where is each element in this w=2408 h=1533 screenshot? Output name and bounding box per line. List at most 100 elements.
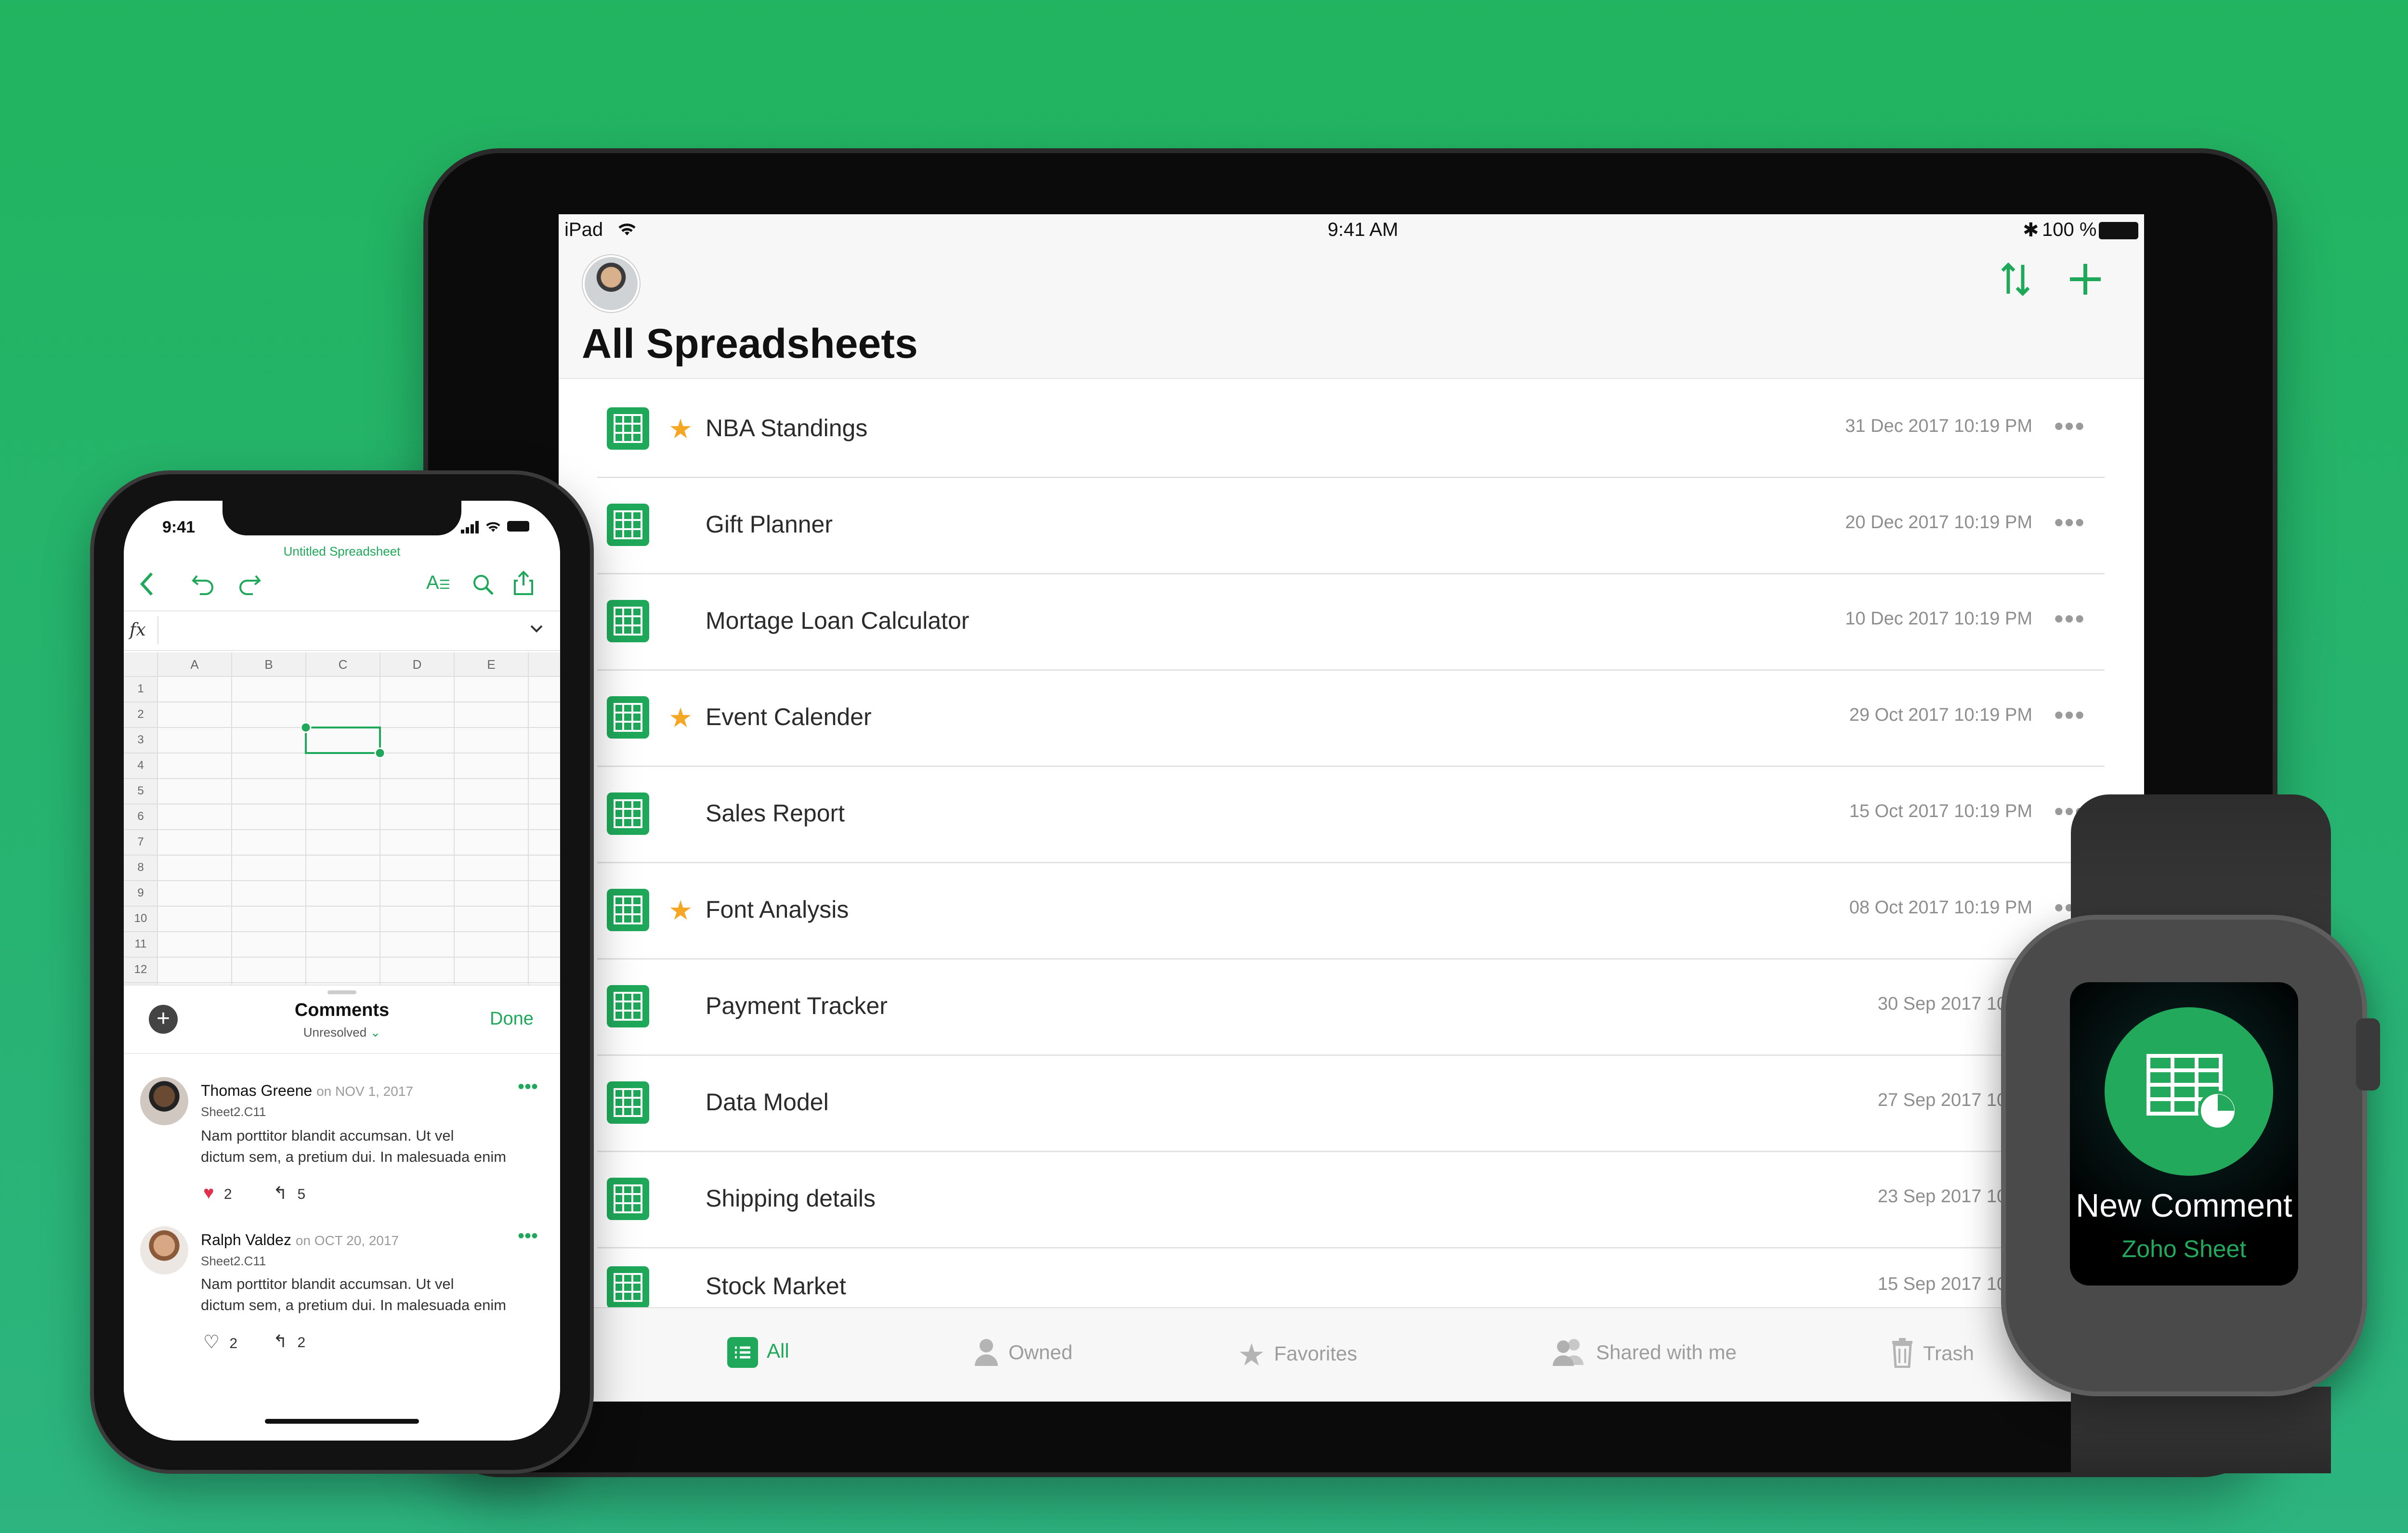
tab-trash[interactable]: Trash xyxy=(1890,1337,1974,1373)
more-icon[interactable]: ••• xyxy=(2054,699,2085,730)
tab-shared[interactable]: Shared with me xyxy=(1551,1337,1737,1371)
star-icon[interactable]: ★ xyxy=(668,413,693,445)
add-button[interactable] xyxy=(2066,260,2105,308)
column-header[interactable]: A xyxy=(157,652,232,676)
row-header[interactable]: 10 xyxy=(124,912,157,925)
heart-outline-icon: ♡ xyxy=(203,1332,220,1352)
spreadsheet-icon xyxy=(607,889,649,931)
spreadsheet-grid[interactable]: A B C D E 1 2 3 4 5 6 7 8 9 10 11 12 xyxy=(124,652,560,985)
format-button[interactable]: A☰ xyxy=(426,572,450,594)
column-header[interactable]: D xyxy=(380,652,454,676)
file-row[interactable]: Payment Tracker 30 Sep 2017 10:19 xyxy=(597,958,2105,1056)
signal-icon xyxy=(461,521,480,536)
drag-handle[interactable] xyxy=(327,990,356,994)
file-name: Data Model xyxy=(706,1089,829,1116)
chevron-down-icon[interactable] xyxy=(529,624,544,636)
spreadsheet-icon xyxy=(607,1266,649,1309)
row-header[interactable]: 12 xyxy=(124,963,157,976)
column-header[interactable]: E xyxy=(454,652,528,676)
more-icon[interactable]: ••• xyxy=(2054,603,2085,634)
row-header[interactable]: 5 xyxy=(124,784,157,798)
zoho-sheet-app-icon[interactable] xyxy=(2105,1007,2273,1176)
phone-status-time: 9:41 xyxy=(162,518,196,536)
back-button[interactable] xyxy=(138,571,156,600)
file-row[interactable]: Sales Report 15 Oct 2017 10:19 PM ••• xyxy=(597,766,2105,863)
wifi-icon xyxy=(616,221,638,240)
file-date: 08 Oct 2017 10:19 PM xyxy=(1849,897,2032,918)
tab-label: Owned xyxy=(1008,1341,1073,1364)
chevron-left-icon xyxy=(140,572,153,596)
file-name: Stock Market xyxy=(706,1273,846,1299)
file-row[interactable]: ★ Font Analysis 08 Oct 2017 10:19 PM ••• xyxy=(597,862,2105,960)
row-header[interactable]: 11 xyxy=(124,937,157,951)
file-row[interactable]: ★ Event Calender 29 Oct 2017 10:19 PM ••… xyxy=(597,669,2105,767)
formula-bar[interactable]: fx xyxy=(124,611,560,651)
like-button[interactable]: ♥ 2 xyxy=(203,1183,232,1204)
share-button[interactable] xyxy=(513,570,534,598)
file-row[interactable]: Shipping details 23 Sep 2017 10:19 xyxy=(597,1151,2105,1248)
status-carrier: iPad xyxy=(564,219,603,240)
column-header[interactable]: B xyxy=(232,652,306,676)
reply-icon: ↰ xyxy=(273,1183,288,1203)
avatar[interactable] xyxy=(140,1226,188,1274)
search-button[interactable] xyxy=(471,573,495,598)
file-row[interactable]: Gift Planner 20 Dec 2017 10:19 PM ••• xyxy=(597,477,2105,574)
reply-icon: ↰ xyxy=(273,1331,288,1351)
star-icon[interactable]: ★ xyxy=(668,895,693,926)
file-row[interactable]: Stock Market 15 Sep 2017 10:19 xyxy=(597,1247,2105,1309)
sort-button[interactable] xyxy=(1999,260,2032,308)
avatar[interactable] xyxy=(140,1077,188,1125)
avatar[interactable] xyxy=(583,255,640,312)
tab-owned[interactable]: Owned xyxy=(973,1337,1073,1371)
more-icon[interactable]: ••• xyxy=(2054,507,2085,538)
tab-all[interactable]: All xyxy=(727,1337,789,1368)
sort-icon xyxy=(2001,262,2030,296)
spreadsheet-icon xyxy=(607,407,649,450)
done-button[interactable]: Done xyxy=(490,1009,534,1029)
more-icon[interactable]: ••• xyxy=(518,1225,538,1247)
reply-button[interactable]: ↰ 2 xyxy=(273,1331,305,1351)
reply-button[interactable]: ↰ 5 xyxy=(273,1183,305,1203)
reply-count: 5 xyxy=(297,1186,306,1202)
document-title: Untitled Spreadsheet xyxy=(283,544,401,559)
share-icon xyxy=(514,571,533,595)
file-date: 20 Dec 2017 10:19 PM xyxy=(1845,512,2032,533)
redo-button[interactable] xyxy=(237,573,262,598)
wifi-icon xyxy=(484,520,502,536)
row-header[interactable]: 3 xyxy=(124,733,157,747)
spreadsheet-icon xyxy=(607,1081,649,1124)
comment-body: Nam porttitor blandit accumsan. Ut vel d… xyxy=(201,1275,507,1313)
row-header[interactable]: 8 xyxy=(124,861,157,874)
file-row[interactable]: Mortage Loan Calculator 10 Dec 2017 10:1… xyxy=(597,573,2105,671)
row-header[interactable]: 6 xyxy=(124,810,157,823)
row-header[interactable]: 9 xyxy=(124,886,157,900)
column-header[interactable]: C xyxy=(306,652,380,676)
file-row[interactable]: ★ NBA Standings 31 Dec 2017 10:19 PM ••• xyxy=(597,380,2105,478)
tab-label: Favorites xyxy=(1274,1342,1358,1365)
home-indicator[interactable] xyxy=(265,1419,419,1424)
ipad-screen: iPad 9:41 AM ✱ 100 % All Spreadsheets ★ … xyxy=(559,214,2144,1402)
file-date: 10 Dec 2017 10:19 PM xyxy=(1845,609,2032,629)
undo-button[interactable] xyxy=(191,573,215,598)
watch-crown[interactable] xyxy=(2356,1018,2380,1091)
file-name: Payment Tracker xyxy=(706,992,888,1019)
file-name: Sales Report xyxy=(706,800,845,827)
status-time: 9:41 AM xyxy=(1327,219,1399,240)
more-icon[interactable]: ••• xyxy=(2054,410,2085,442)
row-header[interactable]: 2 xyxy=(124,708,157,721)
undo-icon xyxy=(192,575,213,595)
watch-notification-subtitle: Zoho Sheet xyxy=(2121,1235,2247,1262)
page-title: All Spreadsheets xyxy=(582,321,918,367)
file-name: Shipping details xyxy=(706,1185,876,1212)
row-header[interactable]: 1 xyxy=(124,682,157,696)
more-icon[interactable]: ••• xyxy=(518,1076,538,1098)
file-row[interactable]: Data Model 27 Sep 2017 10:19 xyxy=(597,1054,2105,1152)
row-header[interactable]: 4 xyxy=(124,759,157,772)
battery-icon xyxy=(2099,222,2138,239)
plus-icon xyxy=(2070,264,2101,295)
tab-favorites[interactable]: ★ Favorites xyxy=(1238,1337,1357,1373)
fx-label: fx xyxy=(130,620,146,640)
row-header[interactable]: 7 xyxy=(124,835,157,849)
star-icon[interactable]: ★ xyxy=(668,702,693,734)
like-button[interactable]: ♡ 2 xyxy=(203,1331,237,1353)
